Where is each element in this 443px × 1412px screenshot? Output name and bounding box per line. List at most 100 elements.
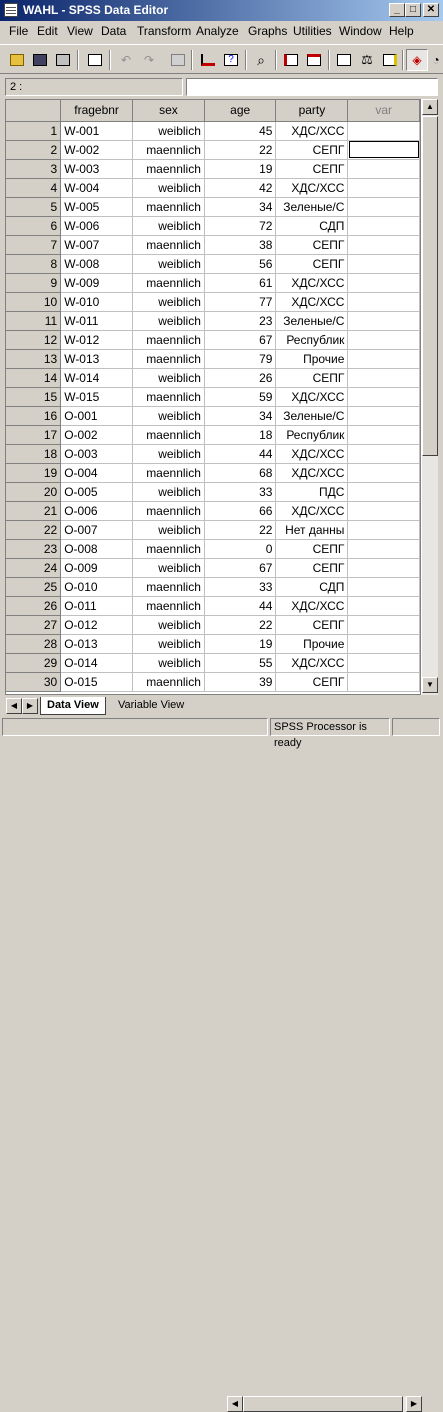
row-number[interactable]: 20 <box>6 482 62 502</box>
cell-var[interactable] <box>347 273 420 293</box>
maximize-button[interactable]: □ <box>405 3 421 17</box>
tab-first-button[interactable]: ◀ <box>6 698 22 714</box>
column-header-var[interactable]: var <box>347 100 420 122</box>
cell-fragebnr[interactable]: O-013 <box>60 634 133 654</box>
horizontal-scrollbar[interactable]: ◀ ▶ <box>227 1396 422 1412</box>
cell-fragebnr[interactable]: O-004 <box>60 463 133 483</box>
insert-variable-button[interactable] <box>303 49 325 71</box>
cell-sex[interactable]: weiblich <box>132 216 205 236</box>
menu-edit[interactable]: Edit <box>37 24 58 38</box>
cell-party[interactable]: СЕПГ <box>275 235 349 255</box>
cell-var[interactable] <box>347 444 420 464</box>
cell-party[interactable]: СЕПГ <box>275 558 349 578</box>
cell-party[interactable]: ХДС/ХСС <box>275 444 349 464</box>
scroll-right-button[interactable]: ▶ <box>406 1396 422 1412</box>
cell-party[interactable]: СЕПГ <box>275 368 349 388</box>
cell-var[interactable] <box>347 520 420 540</box>
cell-var[interactable] <box>347 425 420 445</box>
cell-sex[interactable]: weiblich <box>132 178 205 198</box>
row-number[interactable]: 15 <box>6 387 62 407</box>
variables-button[interactable]: ? <box>220 49 242 71</box>
cell-var[interactable] <box>347 577 420 597</box>
row-number[interactable]: 8 <box>6 254 62 274</box>
cell-sex[interactable]: weiblich <box>132 520 205 540</box>
menu-transform[interactable]: Transform <box>137 24 191 38</box>
find-button[interactable]: ⌕ <box>250 49 272 71</box>
cell-fragebnr[interactable]: W-013 <box>60 349 133 369</box>
cell-age[interactable]: 77 <box>204 292 277 312</box>
row-number[interactable]: 6 <box>6 216 62 236</box>
menu-utilities[interactable]: Utilities <box>293 24 332 38</box>
cell-var[interactable] <box>347 178 420 198</box>
cell-party[interactable]: Зеленые/С <box>275 311 349 331</box>
cell-sex[interactable]: maennlich <box>132 273 205 293</box>
cell-party[interactable]: СЕПГ <box>275 140 349 160</box>
cell-party[interactable]: ПДС <box>275 482 349 502</box>
cell-var[interactable] <box>347 368 420 388</box>
cell-party[interactable]: ХДС/ХСС <box>275 121 349 141</box>
cell-age[interactable]: 72 <box>204 216 277 236</box>
cell-fragebnr[interactable]: O-010 <box>60 577 133 597</box>
cell-var[interactable] <box>347 501 420 521</box>
cell-fragebnr[interactable]: O-001 <box>60 406 133 426</box>
cell-age[interactable]: 23 <box>204 311 277 331</box>
cell-party[interactable]: СЕПГ <box>275 539 349 559</box>
cell-sex[interactable]: weiblich <box>132 254 205 274</box>
save-button[interactable] <box>29 49 51 71</box>
cell-age[interactable]: 33 <box>204 482 277 502</box>
cell-sex[interactable]: weiblich <box>132 121 205 141</box>
goto-case-button[interactable] <box>197 49 219 71</box>
cell-party[interactable]: СДП <box>275 216 349 236</box>
cell-party[interactable]: ХДС/ХСС <box>275 273 349 293</box>
cell-age[interactable]: 19 <box>204 634 277 654</box>
cell-var[interactable] <box>347 482 420 502</box>
cell-var[interactable] <box>347 292 420 312</box>
cell-age[interactable]: 67 <box>204 558 277 578</box>
tab-variable-view[interactable]: Variable View <box>112 697 190 715</box>
cell-sex[interactable]: maennlich <box>132 330 205 350</box>
close-button[interactable]: ✕ <box>423 3 439 17</box>
cell-var[interactable] <box>347 197 420 217</box>
dialog-recall-button[interactable] <box>84 49 106 71</box>
column-header-fragebnr[interactable]: fragebnr <box>60 100 133 122</box>
cell-age[interactable]: 38 <box>204 235 277 255</box>
cell-age[interactable]: 18 <box>204 425 277 445</box>
cell-sex[interactable]: weiblich <box>132 558 205 578</box>
select-cases-button[interactable] <box>379 49 401 71</box>
cell-age[interactable]: 22 <box>204 140 277 160</box>
cell-party[interactable]: СДП <box>275 577 349 597</box>
cell-party[interactable]: ХДС/ХСС <box>275 501 349 521</box>
cell-sex[interactable]: maennlich <box>132 596 205 616</box>
vertical-scroll-thumb[interactable] <box>422 116 438 456</box>
scroll-down-button[interactable]: ▼ <box>422 677 438 693</box>
cell-fragebnr[interactable]: O-011 <box>60 596 133 616</box>
cell-fragebnr[interactable]: W-014 <box>60 368 133 388</box>
row-number[interactable]: 21 <box>6 501 62 521</box>
cell-age[interactable]: 22 <box>204 615 277 635</box>
row-number[interactable]: 3 <box>6 159 62 179</box>
cell-fragebnr[interactable]: W-006 <box>60 216 133 236</box>
cell-fragebnr[interactable]: O-007 <box>60 520 133 540</box>
row-number[interactable]: 7 <box>6 235 62 255</box>
cell-party[interactable]: ХДС/ХСС <box>275 653 349 673</box>
cell-party[interactable]: Нет данны <box>275 520 349 540</box>
cell-var[interactable] <box>347 387 420 407</box>
cell-fragebnr[interactable]: W-011 <box>60 311 133 331</box>
cell-fragebnr[interactable]: W-001 <box>60 121 133 141</box>
cell-sex[interactable]: maennlich <box>132 501 205 521</box>
corner-cell[interactable] <box>6 100 62 122</box>
cell-var[interactable] <box>347 463 420 483</box>
open-button[interactable] <box>6 49 28 71</box>
tab-last-button[interactable]: ▶ <box>22 698 38 714</box>
cell-fragebnr[interactable]: O-002 <box>60 425 133 445</box>
cell-var[interactable] <box>347 406 420 426</box>
cell-sex[interactable]: weiblich <box>132 615 205 635</box>
row-number[interactable]: 18 <box>6 444 62 464</box>
horizontal-scroll-thumb[interactable] <box>243 1396 403 1412</box>
cell-party[interactable]: Прочие <box>275 634 349 654</box>
cell-fragebnr[interactable]: W-005 <box>60 197 133 217</box>
minimize-button[interactable]: _ <box>389 3 405 17</box>
cell-party[interactable]: Прочие <box>275 349 349 369</box>
row-number[interactable]: 19 <box>6 463 62 483</box>
row-number[interactable]: 17 <box>6 425 62 445</box>
